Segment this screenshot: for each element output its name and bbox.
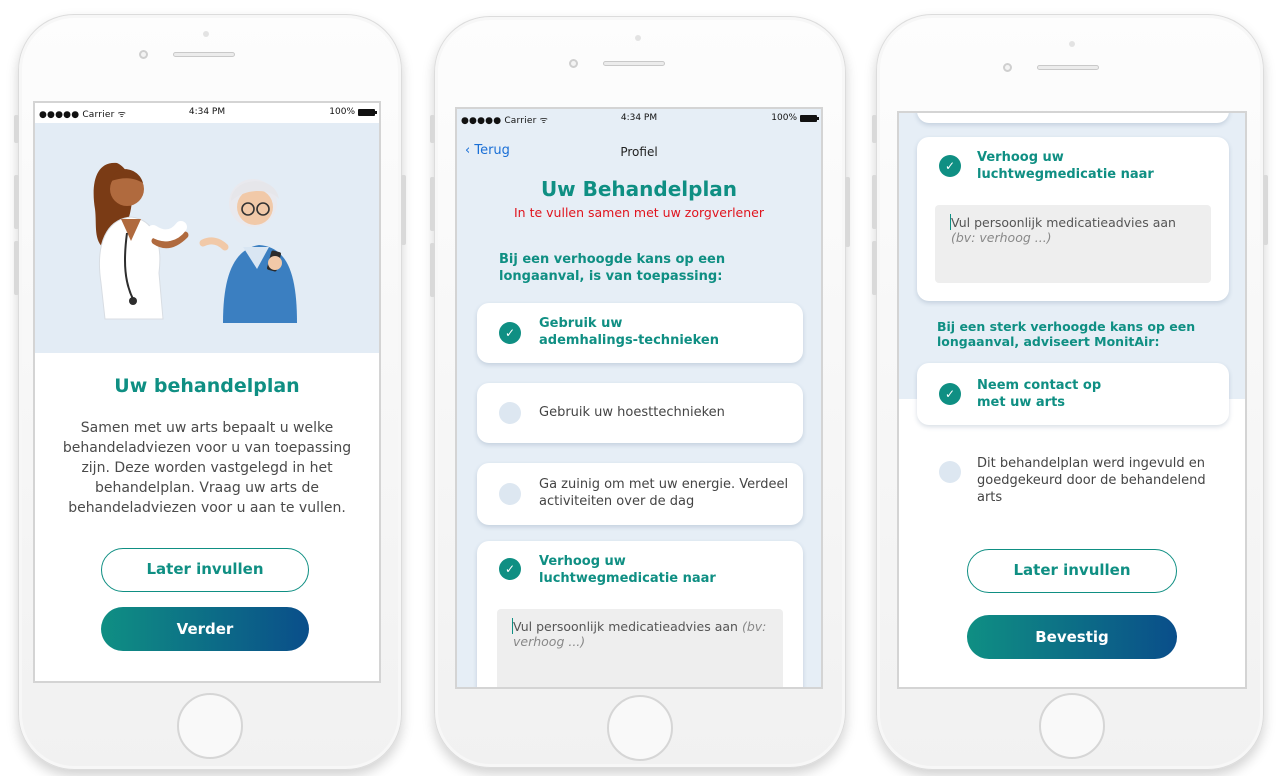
speaker: [1037, 65, 1099, 70]
battery-icon: [358, 109, 377, 116]
option-card-medication[interactable]: ✓ Verhoog uw luchtwegmedicatie naar Vul …: [917, 137, 1229, 301]
status-bar: ●●●●● Carrier ᯤ 4:34 PM 100%: [35, 103, 379, 123]
option-label: Gebruik uw ademhalings-technieken: [539, 316, 719, 348]
side-button: [430, 177, 435, 231]
option-card[interactable]: Gebruik uw hoesttechnieken: [477, 383, 803, 443]
advice-placeholder: Vul persoonlijk medicatieadvies aan: [951, 215, 1176, 230]
check-icon: ✓: [499, 322, 521, 344]
side-button: [430, 115, 435, 143]
check-icon: ✓: [939, 383, 961, 405]
option-card[interactable]: Ga zuinig om met uw energie. Verdeel act…: [477, 463, 803, 525]
battery-label: 100%: [329, 107, 355, 117]
section-heading: Bij een verhoogde kans op een longaanval…: [499, 252, 726, 284]
advice-example: (bv: verhoog ...): [951, 230, 1052, 245]
screen-1: ●●●●● Carrier ᯤ 4:34 PM 100% Uw behandel…: [33, 101, 381, 683]
option-label: Neem contact op met uw arts: [977, 378, 1102, 410]
side-button: [430, 243, 435, 297]
camera: [569, 59, 578, 68]
phone-frame-1: ●●●●● Carrier ᯤ 4:34 PM 100% Uw behandel…: [14, 14, 406, 770]
screen-2: ●●●●● Carrier ᯤ 4:34 PM 100% ‹ Terug Pro…: [455, 107, 823, 689]
bevestig-button[interactable]: Bevestig: [967, 615, 1177, 659]
option-card[interactable]: ✓ Neem contact op met uw arts: [917, 363, 1229, 425]
medication-advice-input[interactable]: Vul persoonlijk medicatieadvies aan (bv:…: [935, 205, 1211, 283]
camera: [139, 50, 148, 59]
check-icon: ✓: [499, 558, 521, 580]
sensor-dot: [635, 35, 641, 41]
side-button: [872, 175, 877, 229]
illustration-panel: [35, 123, 379, 353]
later-invullen-button[interactable]: Later invullen: [101, 548, 309, 592]
side-button: [14, 175, 19, 229]
status-time: 4:34 PM: [188, 107, 226, 117]
side-button: [872, 241, 877, 295]
unchecked-circle-icon: [499, 402, 521, 424]
side-button: [872, 115, 877, 143]
side-button: [401, 175, 406, 245]
text-caret: [950, 214, 951, 230]
sensor-dot: [1069, 41, 1075, 47]
page-subtitle: In te vullen samen met uw zorgverlener: [514, 205, 764, 220]
status-bar: ●●●●● Carrier ᯤ 4:34 PM 100%: [457, 109, 821, 129]
speaker: [603, 61, 665, 66]
page-title: Uw behandelplan: [114, 375, 300, 397]
side-button: [1263, 175, 1268, 245]
home-button[interactable]: [177, 693, 243, 759]
option-label: Verhoog uw luchtwegmedicatie naar: [977, 150, 1154, 182]
camera: [1003, 63, 1012, 72]
option-card-medication[interactable]: ✓ Verhoog uw luchtwegmedicatie naar Vul …: [477, 541, 803, 687]
option-card[interactable]: ✓ Gebruik uw ademhalings-technieken: [477, 303, 803, 363]
text-caret: [512, 618, 513, 634]
phone-frame-3: ✓ Verhoog uw luchtwegmedicatie naar Vul …: [872, 14, 1268, 770]
advice-placeholder: Vul persoonlijk medicatieadvies aan: [513, 619, 738, 634]
unchecked-circle-icon: [499, 483, 521, 505]
sensor-dot: [203, 31, 209, 37]
nav-title: Profiel: [620, 145, 658, 159]
battery-icon: [800, 115, 819, 122]
side-button: [845, 177, 850, 247]
intro-text: Samen met uw arts bepaalt u welke behand…: [62, 420, 352, 516]
home-button[interactable]: [1039, 693, 1105, 759]
previous-card-edge: [917, 113, 1229, 123]
status-time: 4:34 PM: [620, 113, 658, 123]
battery-label: 100%: [771, 113, 797, 123]
speaker: [173, 52, 235, 57]
doctor-patient-illustration: [93, 162, 297, 323]
home-button[interactable]: [607, 695, 673, 761]
unchecked-circle-icon: [939, 461, 961, 483]
side-button: [14, 241, 19, 295]
approval-label: Dit behandelplan werd ingevuld en goedge…: [977, 456, 1206, 505]
option-label: Verhoog uw luchtwegmedicatie naar: [539, 554, 716, 586]
approval-row[interactable]: Dit behandelplan werd ingevuld en goedge…: [917, 449, 1229, 519]
screen-3: ✓ Verhoog uw luchtwegmedicatie naar Vul …: [897, 111, 1247, 689]
section-heading: Bij een sterk verhoogde kans op een long…: [937, 319, 1196, 349]
check-icon: ✓: [939, 155, 961, 177]
option-label: Gebruik uw hoesttechnieken: [539, 405, 725, 420]
later-invullen-button[interactable]: Later invullen: [967, 549, 1177, 593]
verder-button[interactable]: Verder: [101, 607, 309, 651]
side-button: [14, 115, 19, 143]
page-title: Uw Behandelplan: [540, 177, 738, 201]
phone-frame-2: ●●●●● Carrier ᯤ 4:34 PM 100% ‹ Terug Pro…: [430, 16, 850, 768]
medication-advice-input[interactable]: Vul persoonlijk medicatieadvies aan (bv:…: [497, 609, 783, 687]
option-label: Ga zuinig om met uw energie. Verdeel act…: [539, 477, 789, 509]
